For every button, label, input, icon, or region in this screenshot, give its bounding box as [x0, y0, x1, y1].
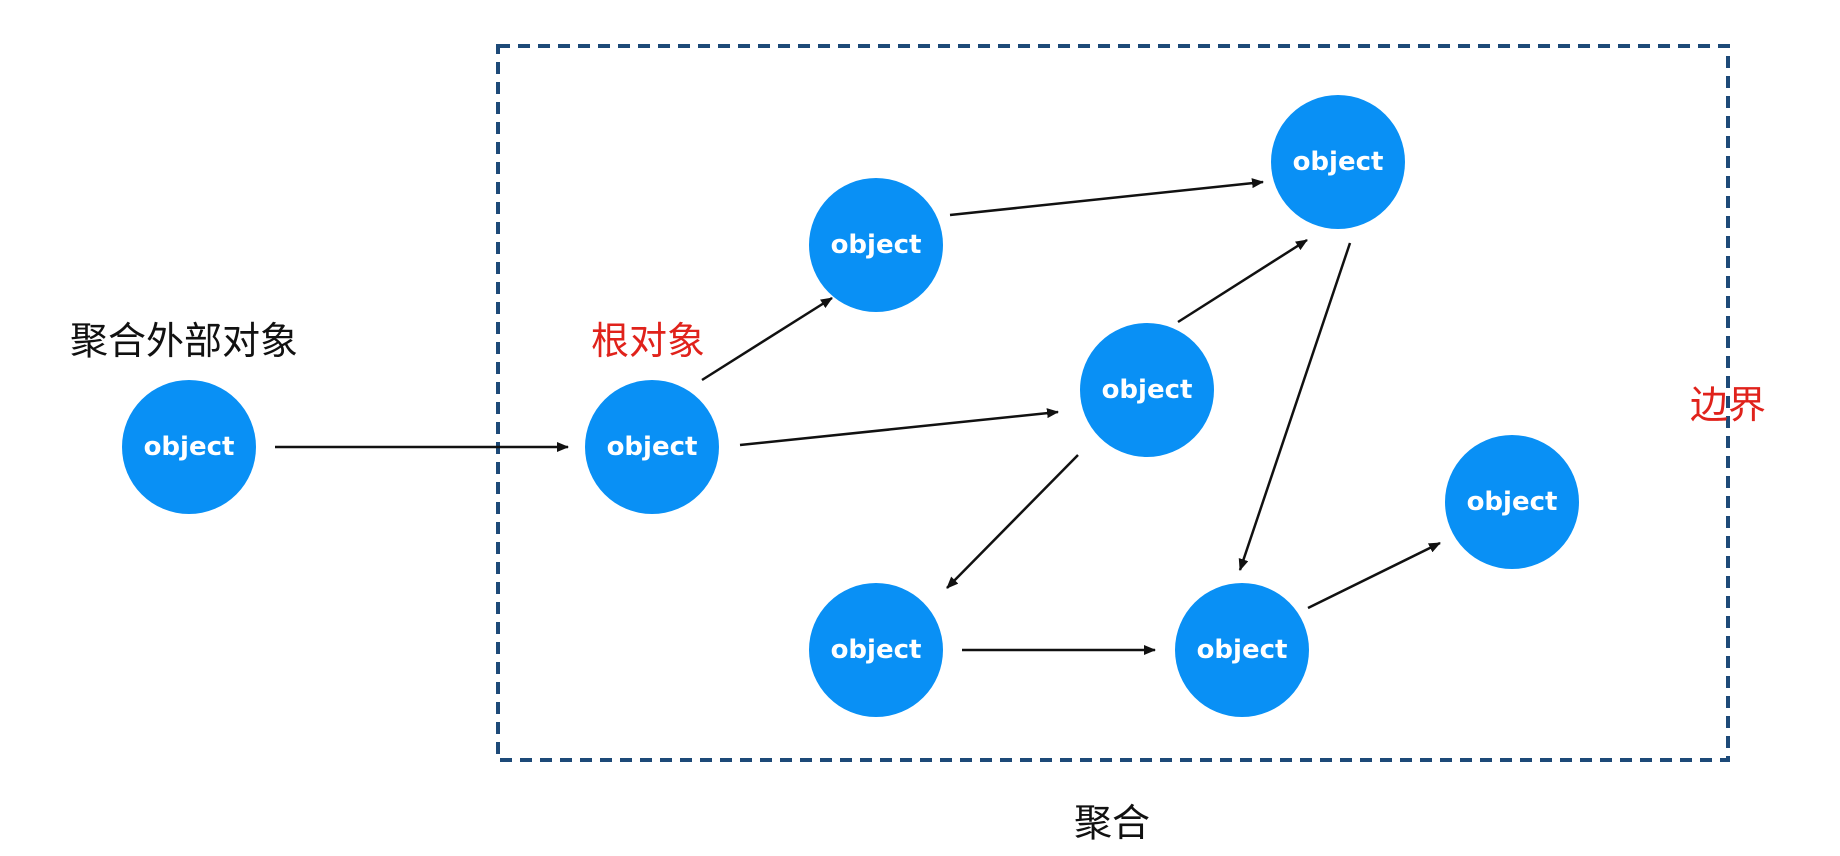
- node-center: object: [1080, 323, 1214, 457]
- node-external-label: object: [144, 432, 235, 462]
- node-upper-left: object: [809, 178, 943, 312]
- node-top-right: object: [1271, 95, 1405, 229]
- node-lower-left-label: object: [831, 635, 922, 665]
- edge-center-to-lower-left: [946, 454, 1079, 589]
- edge-upper-left-to-top-right: [949, 178, 1264, 217]
- outside-object-label: 聚合外部对象: [70, 319, 298, 363]
- node-lower-middle: object: [1175, 583, 1309, 717]
- aggregate-diagram: object object object object object objec…: [70, 44, 1766, 845]
- node-center-label: object: [1102, 375, 1193, 405]
- node-lower-left: object: [809, 583, 943, 717]
- node-root-label: object: [607, 432, 698, 462]
- root-object-label: 根对象: [591, 319, 705, 363]
- node-top-right-label: object: [1293, 147, 1384, 177]
- node-lower-middle-label: object: [1197, 635, 1288, 665]
- boundary-label: 边界: [1690, 383, 1766, 427]
- node-lower-right-label: object: [1467, 487, 1558, 517]
- edge-root-to-center: [739, 408, 1059, 447]
- node-upper-left-label: object: [831, 230, 922, 260]
- node-root: object: [585, 380, 719, 514]
- node-lower-right: object: [1445, 435, 1579, 569]
- edge-root-to-upper-left: [701, 296, 833, 382]
- edge-lower-middle-to-lower-right: [1307, 541, 1441, 610]
- edge-top-right-to-lower-middle: [1238, 242, 1352, 571]
- edge-center-to-top-right: [1177, 238, 1308, 324]
- node-external: object: [122, 380, 256, 514]
- aggregate-label: 聚合: [1074, 801, 1150, 845]
